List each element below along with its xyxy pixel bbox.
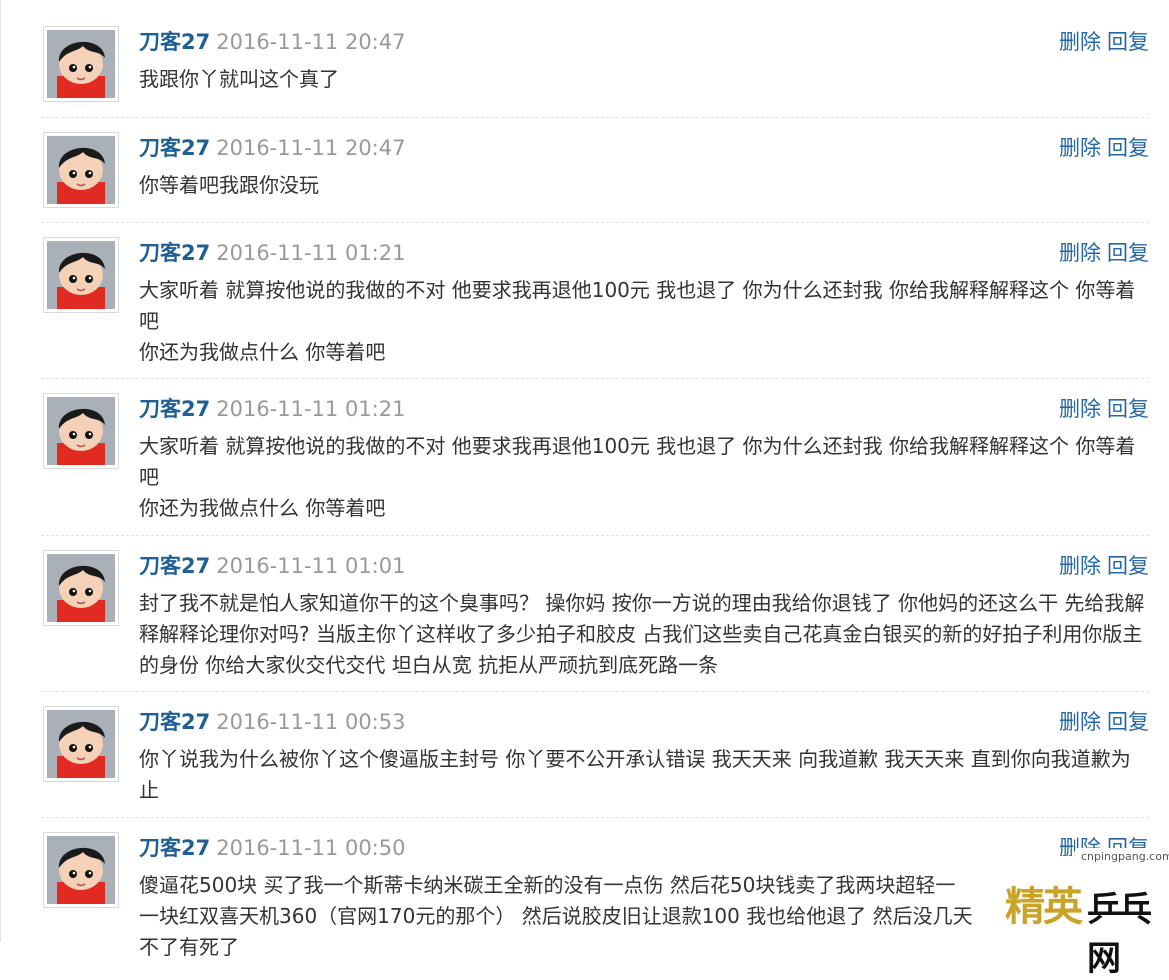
post-text-line: 你还为我做点什么 你等着吧 <box>139 496 386 520</box>
reply-post: 刀客27 2016-11-11 01:01 删除 回复 封了我不就是怕人家知道你干的… <box>41 536 1149 692</box>
delete-link[interactable]: 删除 <box>1059 554 1101 578</box>
avatar[interactable] <box>43 237 119 313</box>
post-actions: 删除回复 <box>1053 134 1149 162</box>
watermark-brand-left: 精英 <box>1005 883 1083 930</box>
post-text-line: 你等着吧我跟你没玩 <box>139 173 319 197</box>
delete-link[interactable]: 删除 <box>1059 136 1101 160</box>
post-content: 你丫说我为什么被你丫这个傻逼版主封号 你丫要不公开承认错误 我天天来 向我道歉 … <box>139 744 1149 806</box>
reply-post: 刀客27 2016-11-11 00:53 删除 回复 你丫说我为什么被你丫这个傻逼… <box>41 692 1149 818</box>
watermark-url: cnpingpang.com <box>1075 848 1169 865</box>
post-time: 2016-11-11 00:53 <box>216 710 406 734</box>
post-text-line: 大家听着 就算按他说的我做的不对 他要求我再退他100元 我也退了 你为什么还封… <box>139 278 1136 333</box>
post-content: 我跟你丫就叫这个真了 <box>139 64 1149 95</box>
post-content: 大家听着 就算按他说的我做的不对 他要求我再退他100元 我也退了 你为什么还封… <box>139 275 1149 368</box>
delete-link[interactable]: 删除 <box>1059 710 1101 734</box>
reply-link[interactable]: 回复 <box>1107 30 1149 54</box>
post-text-line: 你还为我做点什么 你等着吧 <box>139 340 386 364</box>
post-meta: 刀客27 2016-11-11 01:01 <box>139 552 405 580</box>
author-name[interactable]: 刀客27 <box>139 836 210 860</box>
post-actions: 删除回复 <box>1053 239 1149 267</box>
delete-link[interactable]: 删除 <box>1059 397 1101 421</box>
post-text-line: 一块红双喜天机360（官网170元的那个） 然后说胶皮旧让退款100 我也给他退… <box>139 904 973 928</box>
author-name[interactable]: 刀客27 <box>139 30 210 54</box>
avatar[interactable] <box>43 26 119 102</box>
reply-post: 刀客27 2016-11-11 01:21 删除 回复 大家听着 就算按他说的我做的… <box>41 223 1149 379</box>
post-meta: 刀客27 2016-11-11 01:21 <box>139 239 405 267</box>
reply-post: 刀客27 2016-11-11 20:47 删除 回复 你等着吧我跟你没玩 <box>41 118 1149 223</box>
delete-link[interactable]: 删除 <box>1059 30 1101 54</box>
reply-thread: 刀客27 2016-11-11 20:47 删除 回复 我跟你丫就叫这个真了 刀客2… <box>41 12 1149 959</box>
post-text-line: 我跟你丫就叫这个真了 <box>139 67 339 91</box>
post-meta: 刀客27 2016-11-11 20:47 <box>139 28 405 56</box>
watermark-brand-right: 乒乓网 <box>1087 890 1152 979</box>
post-actions: 删除回复 <box>1053 708 1149 736</box>
author-name[interactable]: 刀客27 <box>139 554 210 578</box>
post-text-line: 封了我不就是怕人家知道你干的这个臭事吗？ 操你妈 按你一方说的理由我给你退钱了 … <box>139 591 1145 677</box>
author-name[interactable]: 刀客27 <box>139 241 210 265</box>
post-time: 2016-11-11 01:21 <box>216 397 406 421</box>
post-text-line: 大家听着 就算按他说的我做的不对 他要求我再退他100元 我也退了 你为什么还封… <box>139 434 1136 489</box>
post-time: 2016-11-11 01:21 <box>216 241 406 265</box>
site-watermark: 精英 乒乓网 cnpingpang.com <box>995 848 1169 979</box>
delete-link[interactable]: 删除 <box>1059 241 1101 265</box>
avatar[interactable] <box>43 550 119 626</box>
reply-post: 刀客27 2016-11-11 01:21 删除 回复 大家听着 就算按他说的我做的… <box>41 379 1149 536</box>
reply-link[interactable]: 回复 <box>1107 241 1149 265</box>
author-name[interactable]: 刀客27 <box>139 136 210 160</box>
post-text-line: 你丫说我为什么被你丫这个傻逼版主封号 你丫要不公开承认错误 我天天来 向我道歉 … <box>139 747 1131 802</box>
watermark-badge: 精英 乒乓网 <box>995 856 1163 979</box>
post-content: 你等着吧我跟你没玩 <box>139 170 1149 201</box>
post-meta: 刀客27 2016-11-11 01:21 <box>139 395 405 423</box>
post-time: 2016-11-11 00:50 <box>216 836 406 860</box>
post-meta: 刀客27 2016-11-11 20:47 <box>139 134 405 162</box>
avatar[interactable] <box>43 706 119 782</box>
post-actions: 删除回复 <box>1053 552 1149 580</box>
post-meta: 刀客27 2016-11-11 00:50 <box>139 834 405 862</box>
post-time: 2016-11-11 01:01 <box>216 554 406 578</box>
avatar[interactable] <box>43 393 119 469</box>
post-time: 2016-11-11 20:47 <box>216 136 406 160</box>
post-actions: 删除回复 <box>1053 28 1149 56</box>
post-time: 2016-11-11 20:47 <box>216 30 406 54</box>
post-meta: 刀客27 2016-11-11 00:53 <box>139 708 405 736</box>
avatar[interactable] <box>43 832 119 908</box>
reply-link[interactable]: 回复 <box>1107 710 1149 734</box>
post-text-line: 不了有死了 <box>139 935 239 959</box>
author-name[interactable]: 刀客27 <box>139 710 210 734</box>
reply-post: 刀客272016-11-11 00:50 删除回复 傻逼花500块 买了我一个斯… <box>41 818 1149 959</box>
reply-link[interactable]: 回复 <box>1107 554 1149 578</box>
post-content: 傻逼花500块 买了我一个斯蒂卡纳米碳王全新的没有一点伤 然后花50块钱卖了我两… <box>139 870 1019 963</box>
post-actions: 删除回复 <box>1053 395 1149 423</box>
post-content: 大家听着 就算按他说的我做的不对 他要求我再退他100元 我也退了 你为什么还封… <box>139 431 1149 524</box>
reply-post: 刀客27 2016-11-11 20:47 删除 回复 我跟你丫就叫这个真了 <box>41 12 1149 118</box>
post-text-line: 傻逼花500块 买了我一个斯蒂卡纳米碳王全新的没有一点伤 然后花50块钱卖了我两… <box>139 873 956 897</box>
avatar[interactable] <box>43 132 119 208</box>
page-frame: 刀客27 2016-11-11 20:47 删除 回复 我跟你丫就叫这个真了 刀客2… <box>0 0 1169 979</box>
reply-link[interactable]: 回复 <box>1107 397 1149 421</box>
post-content: 封了我不就是怕人家知道你干的这个臭事吗？ 操你妈 按你一方说的理由我给你退钱了 … <box>139 588 1149 681</box>
author-name[interactable]: 刀客27 <box>139 397 210 421</box>
reply-link[interactable]: 回复 <box>1107 136 1149 160</box>
